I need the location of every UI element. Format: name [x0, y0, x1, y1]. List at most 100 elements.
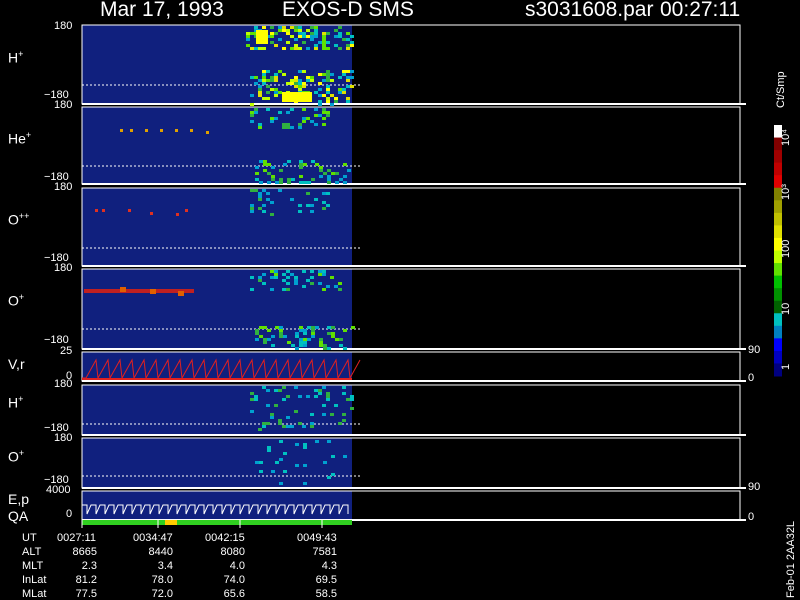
p2-top-cell-28: [258, 192, 262, 195]
p1-top-cell-7: [250, 114, 254, 117]
p1-top-cell-36: [270, 117, 274, 120]
p0-bot-cell-75: [350, 76, 354, 79]
p6-cell-15: [295, 443, 299, 446]
info-cell-mlat-3: 58.5: [315, 588, 337, 600]
p6-cell-2: [303, 464, 307, 467]
p3-bot-cell-64: [331, 335, 335, 338]
p6-cell-24: [271, 470, 275, 473]
p0-hot-a: [256, 30, 268, 44]
p0-bot-cell-32: [262, 70, 266, 73]
tick-p5-top: 180: [54, 378, 73, 390]
p5-cell-0: [350, 395, 354, 398]
colorbar-tick-1: 1: [780, 363, 792, 370]
p5-cell-33: [278, 419, 282, 422]
p0-top-cell-46: [246, 44, 250, 47]
p0-bot-cell-4: [258, 79, 262, 82]
p1-bot-cell-34: [255, 166, 259, 169]
p3-top-cell-47: [282, 279, 286, 282]
p0-top-cell-115: [278, 38, 282, 41]
p1-bot-cell-12: [263, 160, 267, 163]
p2-top-cell-20: [250, 189, 254, 192]
p3-top-cell-21: [250, 288, 254, 291]
p3-top-cell-5: [322, 273, 326, 276]
p1-bot-cell-32: [311, 160, 315, 163]
panel-label-o-plus-plus: O++: [8, 211, 30, 228]
p3-bot-cell-28: [331, 332, 335, 335]
p0-bot-cell-78: [330, 73, 334, 76]
p0-bot-cell-47: [274, 79, 278, 82]
p3-bot-cell-69: [307, 326, 311, 329]
p5-cell-29: [266, 389, 270, 392]
p6-cell-0: [303, 482, 307, 485]
p1-top-cell-30: [254, 111, 258, 114]
p5-cell-12: [266, 404, 270, 407]
p0-bot-cell-97: [326, 97, 330, 100]
colorbar-unit: Ct/Smp: [775, 71, 787, 108]
p3-bot-cell-8: [311, 329, 315, 332]
p0-top-cell-77: [322, 35, 326, 38]
p0-bot-cell-113: [266, 85, 270, 88]
p1-bot-cell-55: [327, 181, 331, 184]
p3-bot-cell-62: [299, 341, 303, 344]
p0-bot-cell-116: [346, 76, 350, 79]
panel-label-he-plus: He+: [8, 130, 32, 147]
p0-bot-cell-44: [346, 100, 350, 103]
p5-cell-56: [262, 386, 266, 389]
p1-top-cell-22: [286, 123, 290, 126]
spectrogram-plot: [81, 24, 782, 528]
p1-bot-cell-25: [291, 178, 295, 181]
p3-top-cell-43: [306, 279, 310, 282]
p3-top-cell-41: [286, 288, 290, 291]
p3-top-cell-42: [318, 273, 322, 276]
p2-top-cell-1: [314, 198, 318, 201]
p6-cell-9: [303, 446, 307, 449]
p2-top-cell-6: [326, 204, 330, 207]
p0-top-cell-82: [282, 29, 286, 32]
p1-bot-cell-15: [319, 166, 323, 169]
p1-top-cell-38: [314, 108, 318, 111]
p0-bot-cell-36: [270, 88, 274, 91]
p3-bot-cell-63: [311, 332, 315, 335]
panel-label-qa: QA: [8, 508, 29, 524]
p6-cell-12: [255, 461, 259, 464]
p1-bot-cell-11: [299, 163, 303, 166]
p1-top-cell-39: [322, 111, 326, 114]
p3-bot-cell-51: [291, 344, 295, 347]
p3-top-cell-18: [258, 276, 262, 279]
p0-top-cell-11: [350, 35, 354, 38]
p0-bot-cell-67: [298, 70, 302, 73]
opp-dot-0: [95, 209, 98, 212]
info-row-label-alt: ALT: [22, 546, 42, 558]
p6-cell-6: [331, 473, 335, 476]
p1-bot-cell-8: [287, 160, 291, 163]
opp-dot-5: [185, 209, 188, 212]
info-cell-mlt-2: 4.0: [229, 560, 245, 572]
p5-cell-7: [278, 389, 282, 392]
p2-top-cell-19: [278, 189, 282, 192]
p0-bot-cell-13: [322, 73, 326, 76]
p0-bot-cell-120: [278, 91, 282, 94]
p3-top-cell-40: [262, 273, 266, 276]
p0-top-cell-4: [314, 26, 318, 29]
info-cell-alt-2: 8080: [220, 546, 245, 558]
p5-cell-57: [294, 386, 298, 389]
info-cell-inlat-2: 74.0: [223, 574, 245, 586]
p5-cell-21: [270, 413, 274, 416]
p5-cell-53: [306, 395, 310, 398]
colorbar-swatch-15: [774, 313, 782, 327]
p1-top-cell-25: [290, 126, 294, 129]
op-band: [84, 289, 194, 293]
p3-bot-cell-50: [327, 332, 331, 335]
p1-bot-cell-5: [327, 175, 331, 178]
tick-p7-top: 4000: [46, 484, 71, 496]
info-row-label-inlat: InLat: [22, 574, 47, 586]
p1-top-cell-31: [290, 108, 294, 111]
p0-top-cell-84: [338, 47, 342, 50]
p0-top-cell-70: [270, 41, 274, 44]
p6-cell-16: [275, 461, 279, 464]
p1-top-cell-35: [322, 117, 326, 120]
op-dot-0: [120, 287, 126, 292]
p3-bot-cell-11: [275, 326, 279, 329]
p1-top-cell-9: [302, 117, 306, 120]
p3-bot-cell-58: [303, 341, 307, 344]
